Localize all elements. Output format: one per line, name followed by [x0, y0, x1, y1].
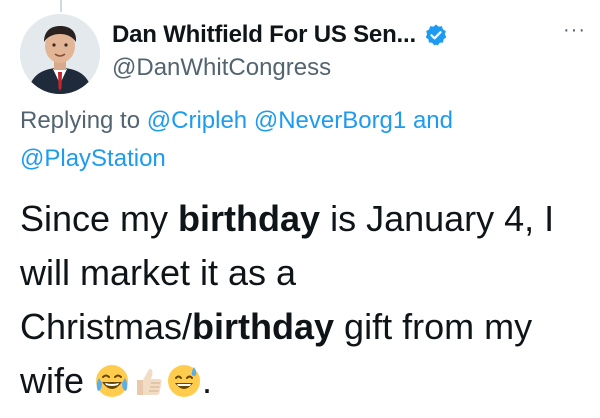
replying-to-label: Replying to — [20, 107, 141, 134]
thumbs-up-emoji-icon — [130, 360, 166, 396]
mention-link[interactable]: @NeverBorg1 — [254, 107, 406, 134]
more-options-icon[interactable]: ··· — [563, 20, 586, 40]
tweet-text-bold: birthday — [178, 198, 321, 239]
display-name[interactable]: Dan Whitfield For US Sen... — [112, 21, 416, 49]
thread-connector-line — [60, 0, 62, 12]
avatar[interactable] — [20, 14, 100, 94]
replying-conjunction: and — [412, 107, 453, 134]
mention-link[interactable]: @Cripleh — [147, 107, 247, 134]
tweet-text-part: . — [202, 360, 213, 401]
tweet-text: Since my birthday is January 4, I will m… — [20, 192, 580, 408]
replying-to: Replying to @Cripleh @NeverBorg1 and @Pl… — [20, 102, 580, 178]
verified-badge-icon — [424, 23, 448, 47]
grinning-sweat-emoji-icon — [166, 360, 202, 397]
handle[interactable]: @DanWhitCongress — [112, 54, 600, 82]
mention-link[interactable]: @PlayStation — [20, 145, 166, 172]
tweet-text-part: Since my — [20, 198, 179, 239]
tears-of-joy-emoji-icon — [94, 360, 130, 397]
tweet-header: Dan Whitfield For US Sen... @DanWhitCong… — [112, 18, 600, 82]
tweet-text-bold: birthday — [192, 306, 335, 347]
